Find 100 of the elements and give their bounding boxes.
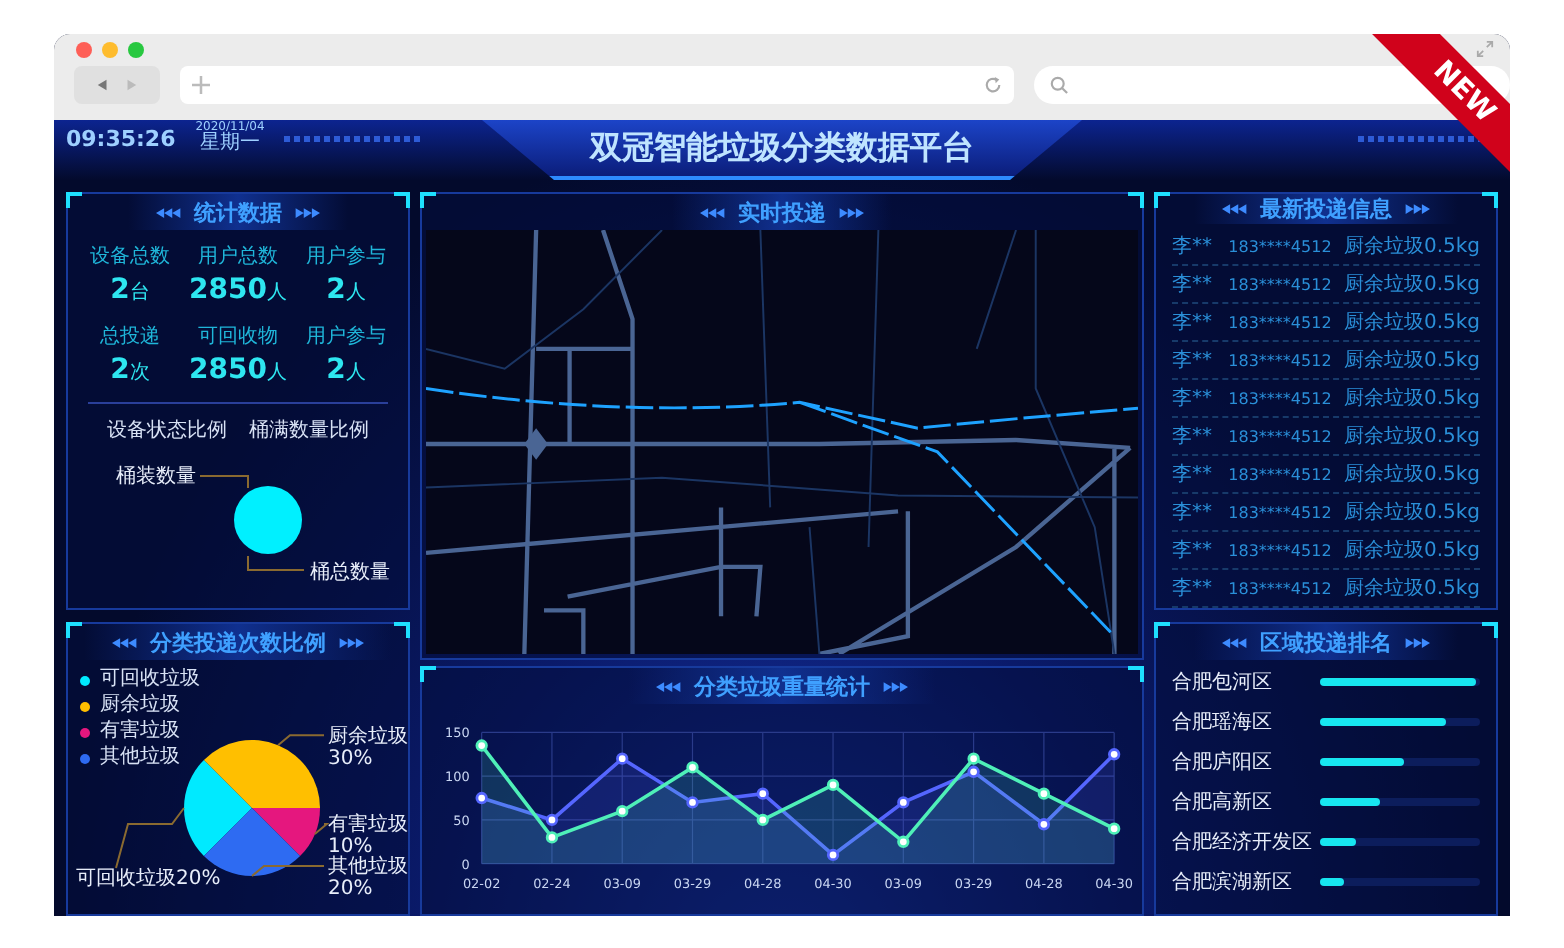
- delivery-detail: 厨余垃圾0.5kg: [1343, 423, 1480, 450]
- delivery-detail: 厨余垃圾0.5kg: [1343, 499, 1480, 526]
- user-name: 李**: [1172, 233, 1214, 260]
- stat-label: 用户参与: [306, 243, 386, 270]
- chevrons-left-icon: [1222, 637, 1248, 647]
- plus-icon[interactable]: [192, 76, 210, 94]
- stat-value: 2850: [189, 354, 267, 386]
- data-point: [1108, 748, 1121, 761]
- delivery-detail: 厨余垃圾0.5kg: [1343, 233, 1480, 260]
- region-name: 合肥庐阳区: [1172, 749, 1274, 776]
- stat-label: 总投递: [100, 323, 160, 350]
- chart-label: 桶总数量: [310, 562, 390, 584]
- phone-number: 183****4512: [1228, 275, 1332, 293]
- slice-label: 可回收垃圾20%: [76, 868, 221, 890]
- chart-heading: 桶满数量比例: [249, 417, 369, 444]
- stat-value: 2: [326, 274, 346, 306]
- data-point: [1037, 787, 1051, 800]
- data-point: [616, 805, 629, 818]
- leader-line: [277, 734, 325, 747]
- data-point: [1037, 818, 1051, 831]
- data-point: [897, 835, 910, 848]
- stat-value: 2: [326, 354, 346, 386]
- data-point: [475, 739, 488, 752]
- stat-value: 2: [110, 354, 130, 386]
- reload-icon[interactable]: [984, 76, 1002, 94]
- phone-number: 183****4512: [1228, 503, 1332, 521]
- stat-unit: 次: [129, 360, 150, 386]
- legend-label: 厨余垃圾: [100, 694, 180, 718]
- phone-number: 183****4512: [1228, 351, 1332, 369]
- corner-bracket: [1154, 622, 1170, 638]
- region-name: 合肥瑶海区: [1172, 709, 1274, 736]
- chevrons-right-icon: [1404, 637, 1430, 647]
- search-icon: [1050, 76, 1068, 94]
- chevrons-right-icon: [294, 207, 320, 217]
- data-point: [826, 778, 840, 792]
- delivery-detail: 厨余垃圾0.5kg: [1343, 271, 1480, 298]
- stat-label: 可回收物: [198, 324, 278, 350]
- user-name: 李**: [1172, 537, 1214, 564]
- user-name: 李**: [1172, 423, 1214, 450]
- data-point: [756, 813, 769, 827]
- corner-bracket: [1482, 622, 1498, 638]
- user-name: 李**: [1172, 575, 1214, 602]
- data-point: [545, 831, 559, 844]
- chevrons-left-icon: [1222, 204, 1248, 214]
- chart-label: 桶装数量: [116, 466, 196, 488]
- user-name: 李**: [1172, 499, 1214, 526]
- panel-title: 最新投递信息: [1260, 194, 1392, 224]
- back-icon[interactable]: [96, 78, 110, 92]
- stat-unit: 人: [345, 360, 366, 386]
- chevrons-right-icon: [882, 681, 908, 691]
- data-point: [826, 848, 840, 862]
- minimize-dot-icon[interactable]: [102, 42, 118, 58]
- user-name: 李**: [1172, 271, 1214, 298]
- chart-heading: 设备状态比例: [107, 417, 227, 444]
- legend-label: 其他垃圾: [100, 746, 180, 770]
- expand-icon[interactable]: [1476, 40, 1494, 58]
- stripe-decoration: [284, 135, 425, 141]
- data-point: [616, 752, 629, 765]
- stat-unit: 人: [345, 280, 366, 306]
- address-bar[interactable]: [180, 66, 1014, 104]
- stat-unit: 台: [129, 279, 150, 306]
- region-name: 合肥经济开发区: [1172, 829, 1314, 856]
- stat-label: 用户总数: [198, 243, 278, 270]
- panel-title: 分类投递次数比例: [150, 627, 326, 657]
- data-point: [756, 787, 769, 800]
- data-point: [686, 761, 699, 774]
- delivery-detail: 厨余垃圾0.5kg: [1343, 309, 1480, 336]
- slice-label: 厨余垃圾30%: [328, 725, 410, 770]
- panel-title: 分类垃圾重量统计: [694, 671, 870, 701]
- zoom-dot-icon[interactable]: [128, 42, 144, 58]
- phone-number: 183****4512: [1228, 579, 1332, 597]
- leader-line: [313, 823, 330, 835]
- nav-buttons[interactable]: [74, 66, 160, 104]
- user-name: 李**: [1172, 309, 1214, 336]
- region-name: 合肥高新区: [1172, 789, 1274, 816]
- legend-label: 可回收垃圾: [100, 668, 200, 692]
- corner-bracket: [420, 666, 436, 682]
- forward-icon[interactable]: [124, 78, 138, 92]
- chevrons-left-icon: [112, 637, 138, 647]
- panel-title: 实时投递: [738, 197, 826, 227]
- corner-bracket: [394, 622, 410, 638]
- stat-value: 2850: [189, 274, 267, 306]
- close-dot-icon[interactable]: [76, 42, 92, 58]
- clock-time: 09:35:26: [66, 125, 176, 151]
- chevrons-left-icon: [656, 681, 682, 691]
- slice-label: 有害垃圾10%: [328, 814, 410, 858]
- stat-value: 2: [110, 274, 130, 306]
- user-name: 李**: [1172, 347, 1214, 374]
- circle-chart-drawing: [234, 486, 302, 554]
- phone-number: 183****4512: [1228, 541, 1332, 559]
- leader-line: [115, 807, 185, 869]
- region-name: 合肥包河区: [1172, 670, 1274, 696]
- slice-label: 其他垃圾20%: [328, 856, 410, 900]
- legend-label: 有害垃圾: [100, 720, 180, 744]
- corner-bracket: [1482, 192, 1498, 208]
- stat-unit: 人: [266, 280, 287, 306]
- corner-bracket: [66, 622, 82, 638]
- data-point: [897, 796, 910, 809]
- leader-line: [199, 475, 249, 489]
- corner-bracket: [66, 192, 82, 208]
